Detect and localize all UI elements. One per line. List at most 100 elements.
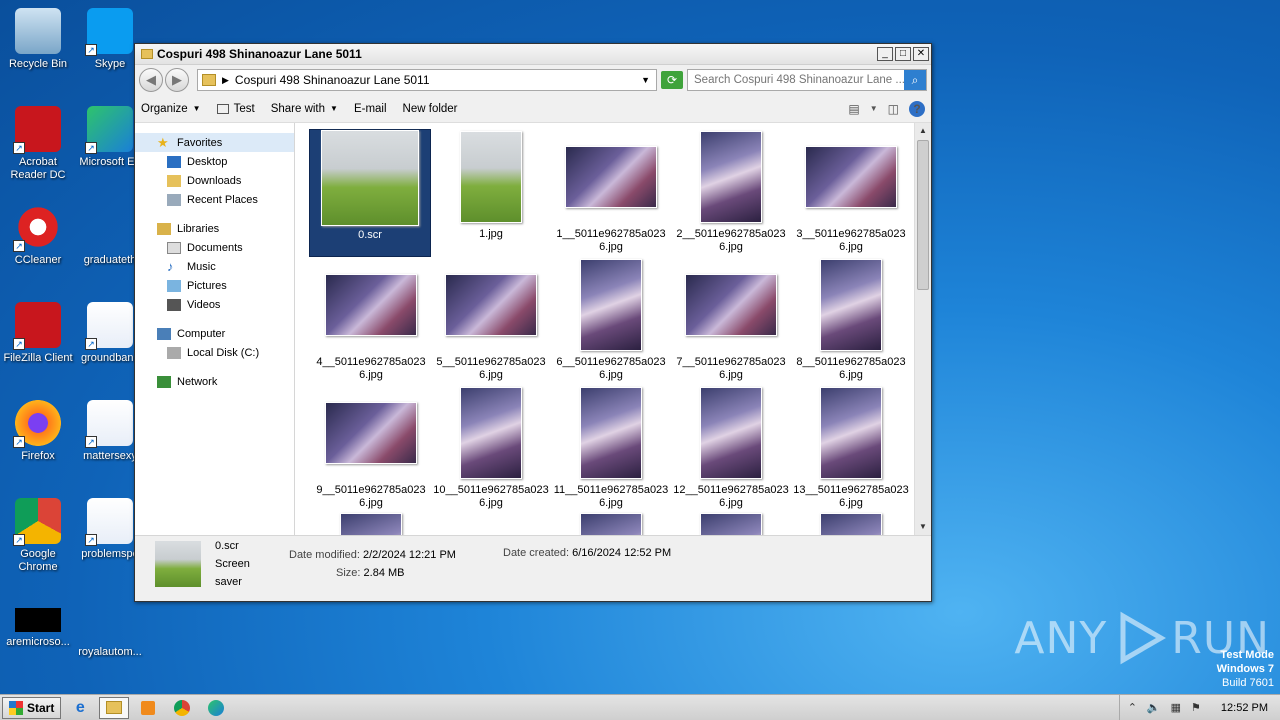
desktop-icon-royalautom[interactable]: royalautom... bbox=[72, 596, 148, 659]
acrobat-icon: ↗ bbox=[13, 106, 61, 154]
pictures-icon bbox=[167, 279, 181, 292]
taskbar-chrome[interactable] bbox=[167, 697, 197, 719]
refresh-button[interactable]: ⟳ bbox=[661, 71, 683, 89]
play-logo-icon bbox=[1120, 611, 1167, 665]
detail-thumbnail bbox=[155, 540, 201, 587]
action-center-flag-icon[interactable]: ⚑ bbox=[1191, 701, 1201, 714]
shortcut-arrow-icon: ↗ bbox=[13, 338, 25, 350]
forward-button[interactable]: ▶ bbox=[165, 68, 189, 92]
file-item-partial[interactable] bbox=[311, 513, 431, 535]
file-item[interactable]: 7__5011e962785a0236.jpg bbox=[671, 257, 791, 385]
nav-computer[interactable]: Computer bbox=[135, 324, 294, 343]
nav-network[interactable]: Network bbox=[135, 372, 294, 391]
change-view-icon[interactable]: ▤ bbox=[848, 102, 859, 116]
word-doc-icon: ↗ bbox=[85, 302, 133, 350]
share-with-button[interactable]: Share with ▼ bbox=[271, 103, 338, 115]
address-bar[interactable]: ▶ Cospuri 498 Shinanoazur Lane 5011 ▼ bbox=[197, 69, 657, 91]
search-input[interactable] bbox=[688, 74, 904, 86]
show-hidden-icons-icon[interactable]: ⌃ bbox=[1128, 701, 1137, 714]
scroll-up-icon[interactable]: ▲ bbox=[915, 123, 931, 139]
thumbnail-frame bbox=[431, 129, 551, 225]
nav-desktop[interactable]: Desktop bbox=[135, 152, 294, 171]
file-thumbnail bbox=[445, 274, 537, 336]
desktop-icon-recycle-bin[interactable]: Recycle Bin bbox=[0, 8, 76, 71]
breadcrumb-arrow-icon[interactable]: ▶ bbox=[222, 75, 229, 86]
minimize-button[interactable]: _ bbox=[877, 47, 893, 61]
chevron-down-icon[interactable]: ▼ bbox=[870, 104, 878, 113]
file-item[interactable]: 3__5011e962785a0236.jpg bbox=[791, 129, 911, 257]
file-name: 7__5011e962785a0236.jpg bbox=[676, 356, 786, 381]
preview-pane-icon[interactable]: ◫ bbox=[888, 102, 899, 116]
file-item[interactable]: 2__5011e962785a0236.jpg bbox=[671, 129, 791, 257]
nav-favorites[interactable]: ★ Favorites bbox=[135, 133, 294, 152]
file-item[interactable]: 8__5011e962785a0236.jpg bbox=[791, 257, 911, 385]
nav-libraries[interactable]: Libraries bbox=[135, 219, 294, 238]
test-button[interactable]: Test bbox=[216, 103, 255, 115]
new-folder-button[interactable]: New folder bbox=[403, 103, 458, 115]
file-item[interactable]: 4__5011e962785a0236.jpg bbox=[311, 257, 431, 385]
organize-button[interactable]: Organize ▼ bbox=[141, 103, 201, 115]
desktop-icon-ccleaner[interactable]: ↗ CCleaner bbox=[0, 204, 76, 267]
desktop-icon-acrobat-reader-dc[interactable]: ↗ Acrobat Reader DC bbox=[0, 106, 76, 182]
nav-documents[interactable]: Documents bbox=[135, 238, 294, 257]
file-item[interactable]: 12__5011e962785a0236.jpg bbox=[671, 385, 791, 513]
nav-music[interactable]: ♪ Music bbox=[135, 257, 294, 276]
file-item-partial[interactable] bbox=[551, 513, 671, 535]
file-item-partial[interactable] bbox=[791, 513, 911, 535]
nav-downloads[interactable]: Downloads bbox=[135, 171, 294, 190]
thumbnail-frame bbox=[671, 385, 791, 481]
file-item[interactable]: 1.jpg bbox=[431, 129, 551, 257]
chrome-icon: ↗ bbox=[13, 498, 61, 546]
volume-icon[interactable]: 🔈 bbox=[1147, 701, 1161, 714]
search-box[interactable]: ⌕ bbox=[687, 69, 927, 91]
file-thumbnail bbox=[460, 131, 522, 223]
file-item[interactable]: 10__5011e962785a0236.jpg bbox=[431, 385, 551, 513]
thumbnail-frame bbox=[671, 257, 791, 353]
scroll-down-icon[interactable]: ▼ bbox=[915, 519, 931, 535]
file-item[interactable]: 11__5011e962785a0236.jpg bbox=[551, 385, 671, 513]
chevron-down-icon[interactable]: ▼ bbox=[641, 75, 650, 85]
nav-recent-places[interactable]: Recent Places bbox=[135, 190, 294, 209]
start-button[interactable]: Start bbox=[2, 696, 62, 719]
organize-label: Organize bbox=[141, 102, 188, 115]
thumbnail-frame bbox=[311, 513, 431, 535]
file-item[interactable]: 13__5011e962785a0236.jpg bbox=[791, 385, 911, 513]
file-item[interactable]: 5__5011e962785a0236.jpg bbox=[431, 257, 551, 385]
desktop-icon-filezilla-client[interactable]: ↗ FileZilla Client bbox=[0, 302, 76, 365]
file-name: 1__5011e962785a0236.jpg bbox=[556, 228, 666, 253]
file-grid: 0.scr 1.jpg 1__5011e962785a0236.jpg 2__5011… bbox=[309, 129, 911, 535]
desktop-icon-aremicroso[interactable]: aremicroso... bbox=[0, 596, 76, 649]
help-icon[interactable]: ? bbox=[909, 100, 925, 117]
vertical-scrollbar[interactable]: ▲ ▼ bbox=[914, 123, 931, 535]
shortcut-arrow-icon: ↗ bbox=[85, 534, 97, 546]
size-label: Size: bbox=[336, 566, 361, 579]
taskbar-edge[interactable] bbox=[201, 697, 231, 719]
file-item[interactable]: 0.scr bbox=[309, 129, 431, 257]
email-button[interactable]: E-mail bbox=[354, 103, 387, 115]
file-item[interactable]: 6__5011e962785a0236.jpg bbox=[551, 257, 671, 385]
close-button[interactable]: ✕ bbox=[913, 47, 929, 61]
nav-pictures[interactable]: Pictures bbox=[135, 276, 294, 295]
file-item[interactable]: 9__5011e962785a0236.jpg bbox=[311, 385, 431, 513]
scrollbar-thumb[interactable] bbox=[917, 140, 929, 290]
file-item[interactable]: 1__5011e962785a0236.jpg bbox=[551, 129, 671, 257]
taskbar-explorer[interactable] bbox=[99, 696, 130, 719]
file-item-partial[interactable] bbox=[671, 513, 791, 535]
screensaver-icon bbox=[216, 103, 229, 114]
back-button[interactable]: ◀ bbox=[139, 68, 163, 92]
clock[interactable]: 12:52 PM bbox=[1221, 702, 1268, 714]
title-bar[interactable]: Cospuri 498 Shinanoazur Lane 5011 _ □ ✕ bbox=[135, 44, 931, 65]
windows-logo-icon bbox=[9, 700, 23, 715]
nav-videos[interactable]: Videos bbox=[135, 295, 294, 314]
nav-local-disk[interactable]: Local Disk (C:) bbox=[135, 343, 294, 362]
network-icon[interactable]: ▦ bbox=[1171, 701, 1181, 714]
taskbar-media-player[interactable] bbox=[133, 697, 163, 719]
file-name: 10__5011e962785a0236.jpg bbox=[433, 484, 549, 509]
desktop-icon-firefox[interactable]: ↗ Firefox bbox=[0, 400, 76, 463]
desktop-icon-google-chrome[interactable]: ↗ Google Chrome bbox=[0, 498, 76, 574]
maximize-button[interactable]: □ bbox=[895, 47, 911, 61]
thumbnail-frame bbox=[791, 257, 911, 353]
watermark-left: ANY bbox=[1014, 612, 1108, 664]
taskbar-ie[interactable]: e bbox=[65, 697, 95, 719]
search-icon[interactable]: ⌕ bbox=[904, 70, 926, 90]
